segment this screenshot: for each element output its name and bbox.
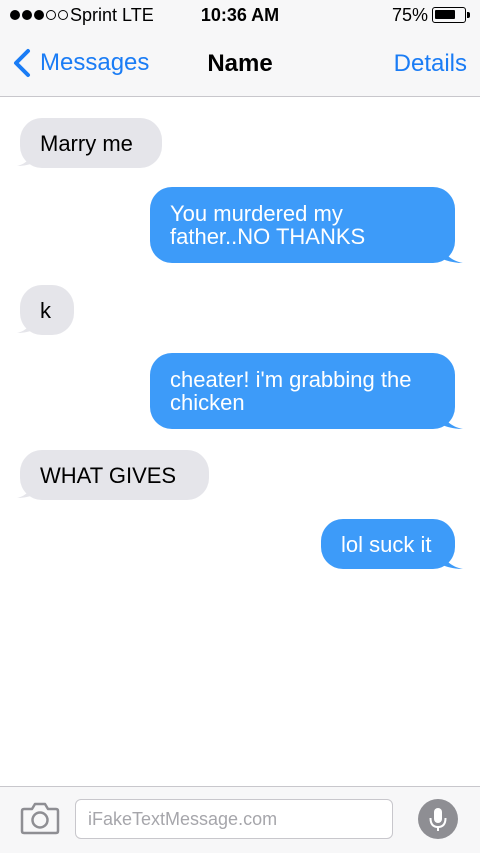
received-message[interactable]: k xyxy=(20,285,74,335)
microphone-icon xyxy=(429,808,447,831)
battery-percent: 75% xyxy=(392,5,429,25)
message-input-bar: iFakeTextMessage.com xyxy=(0,786,480,853)
message-input-field[interactable]: iFakeTextMessage.com xyxy=(75,799,393,839)
back-button[interactable]: Messages xyxy=(10,46,149,80)
message-input-placeholder: iFakeTextMessage.com xyxy=(88,808,278,829)
back-button-label: Messages xyxy=(40,49,150,76)
chevron-left-icon xyxy=(14,49,30,77)
battery-icon xyxy=(432,7,466,23)
sent-message[interactable]: cheater! i'm grabbing the chicken xyxy=(150,353,455,429)
sent-message[interactable]: You murdered my father..NO THANKS xyxy=(150,187,455,263)
received-message[interactable]: WHAT GIVES xyxy=(20,450,209,500)
status-bar: Sprint LTE 10:36 AM 75% xyxy=(0,0,480,32)
battery-level-fill xyxy=(435,10,455,19)
battery-tip xyxy=(467,12,470,18)
received-message[interactable]: Marry me xyxy=(20,118,162,168)
microphone-button[interactable] xyxy=(418,799,458,839)
navigation-bar: Messages Name Details xyxy=(0,32,480,97)
camera-icon[interactable] xyxy=(20,801,60,835)
details-button[interactable]: Details xyxy=(394,50,467,78)
sent-message[interactable]: lol suck it xyxy=(321,519,455,569)
